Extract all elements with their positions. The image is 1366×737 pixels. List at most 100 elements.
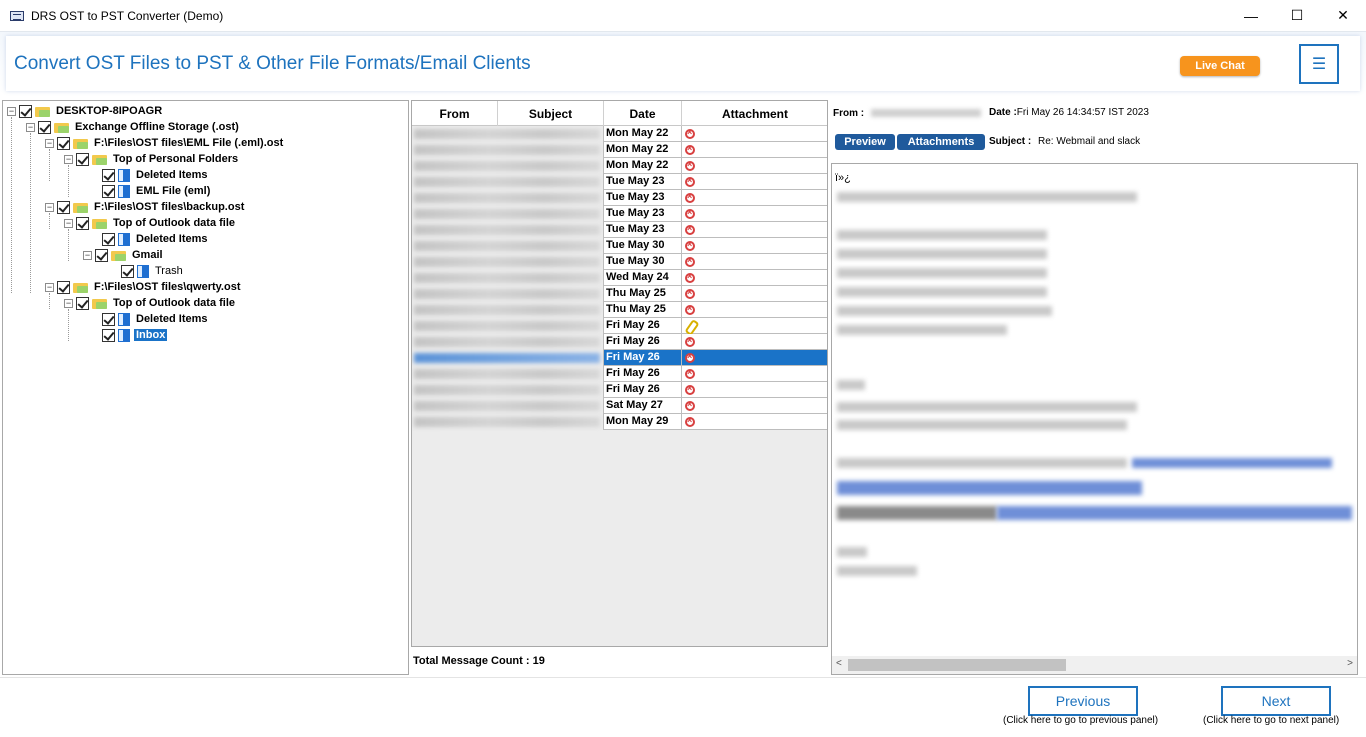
tree-item-top-outlook-data[interactable]: − Top of Outlook data file bbox=[64, 295, 237, 311]
tree-item-deleted-items[interactable]: Deleted Items bbox=[102, 231, 210, 247]
tree-checkbox[interactable] bbox=[57, 200, 70, 214]
date-cell: Mon May 29 bbox=[603, 414, 681, 430]
next-button[interactable]: Next bbox=[1221, 686, 1331, 716]
date-cell: Fri May 26 bbox=[603, 382, 681, 398]
date-cell: Tue May 23 bbox=[603, 190, 681, 206]
previous-button[interactable]: Previous bbox=[1028, 686, 1138, 716]
column-from[interactable]: From bbox=[412, 101, 498, 126]
table-row[interactable]: Fri May 26 bbox=[412, 382, 827, 398]
tree-checkbox[interactable] bbox=[76, 296, 89, 310]
tree-checkbox[interactable] bbox=[76, 152, 89, 166]
tree-checkbox[interactable] bbox=[102, 232, 115, 246]
menu-button[interactable]: ☰ bbox=[1299, 44, 1339, 84]
table-row[interactable]: Tue May 23 bbox=[412, 174, 827, 190]
tree-checkbox[interactable] bbox=[76, 216, 89, 230]
attachment-cell bbox=[681, 270, 827, 286]
no-attachment-icon bbox=[685, 159, 695, 171]
tree-item-top-personal-folders[interactable]: − Top of Personal Folders bbox=[64, 151, 240, 167]
table-row[interactable]: Thu May 25 bbox=[412, 302, 827, 318]
redacted-line bbox=[837, 566, 917, 576]
tree-item-desktop[interactable]: − DESKTOP-8IPOAGR bbox=[7, 103, 164, 119]
date-row: Date :Fri May 26 14:34:57 IST 2023 bbox=[989, 107, 1149, 118]
table-row[interactable]: Fri May 26 bbox=[412, 334, 827, 350]
minimize-button[interactable]: — bbox=[1228, 0, 1274, 31]
tree-item-top-outlook-data[interactable]: − Top of Outlook data file bbox=[64, 215, 237, 231]
date-cell: Thu May 25 bbox=[603, 286, 681, 302]
message-body[interactable]: ï»¿ < > bbox=[831, 163, 1358, 675]
date-cell: Tue May 23 bbox=[603, 174, 681, 190]
scroll-right-icon[interactable]: > bbox=[1347, 658, 1353, 669]
tree-checkbox[interactable] bbox=[38, 120, 51, 134]
maximize-button[interactable]: ☐ bbox=[1274, 0, 1320, 31]
table-row[interactable]: Mon May 22 bbox=[412, 142, 827, 158]
folder-icon bbox=[35, 105, 51, 117]
tree-checkbox[interactable] bbox=[57, 136, 70, 150]
collapse-icon[interactable]: − bbox=[64, 298, 73, 308]
table-row[interactable]: Mon May 22 bbox=[412, 158, 827, 174]
from-subject-redacted bbox=[414, 129, 600, 139]
collapse-icon[interactable]: − bbox=[83, 250, 92, 260]
scroll-left-icon[interactable]: < bbox=[836, 658, 842, 669]
table-row[interactable]: Fri May 26 bbox=[412, 318, 827, 334]
table-row[interactable]: Mon May 22 bbox=[412, 126, 827, 142]
tree-checkbox[interactable] bbox=[102, 328, 115, 342]
tree-item-qwerty-ost[interactable]: − F:\Files\OST files\qwerty.ost bbox=[45, 279, 243, 295]
table-row[interactable]: Tue May 30 bbox=[412, 254, 827, 270]
table-row[interactable]: Wed May 24 bbox=[412, 270, 827, 286]
column-attachment[interactable]: Attachment bbox=[682, 101, 827, 126]
horizontal-scrollbar[interactable]: < > bbox=[832, 656, 1357, 674]
collapse-icon[interactable]: − bbox=[45, 202, 54, 212]
column-date[interactable]: Date bbox=[604, 101, 682, 126]
preview-tab[interactable]: Preview bbox=[835, 134, 895, 150]
tree-item-exchange-storage[interactable]: − Exchange Offline Storage (.ost) bbox=[26, 119, 241, 135]
table-row[interactable]: Mon May 29 bbox=[412, 414, 827, 430]
tree-checkbox[interactable] bbox=[19, 104, 32, 118]
table-row[interactable]: Tue May 23 bbox=[412, 222, 827, 238]
tree-checkbox[interactable] bbox=[102, 312, 115, 326]
close-button[interactable]: ✕ bbox=[1320, 0, 1366, 31]
tree-checkbox[interactable] bbox=[57, 280, 70, 294]
collapse-icon[interactable]: − bbox=[7, 106, 16, 116]
live-chat-button[interactable]: Live Chat bbox=[1180, 56, 1260, 76]
folder-icon bbox=[73, 281, 89, 293]
tree-checkbox[interactable] bbox=[102, 168, 115, 182]
scroll-thumb[interactable] bbox=[848, 659, 1066, 671]
from-subject-redacted bbox=[414, 241, 600, 251]
collapse-icon[interactable]: − bbox=[45, 282, 54, 292]
next-hint: (Click here to go to next panel) bbox=[1203, 715, 1340, 726]
attachment-cell bbox=[681, 302, 827, 318]
table-row[interactable]: Tue May 30 bbox=[412, 238, 827, 254]
table-row[interactable]: Thu May 25 bbox=[412, 286, 827, 302]
tree-item-gmail[interactable]: − Gmail bbox=[83, 247, 165, 263]
tree-item-deleted-items[interactable]: Deleted Items bbox=[102, 311, 210, 327]
tree-item-backup-ost[interactable]: − F:\Files\OST files\backup.ost bbox=[45, 199, 246, 215]
tree-item-trash[interactable]: Trash bbox=[121, 263, 185, 279]
tree-checkbox[interactable] bbox=[95, 248, 108, 262]
table-row[interactable]: Tue May 23 bbox=[412, 190, 827, 206]
attachments-tab[interactable]: Attachments bbox=[897, 134, 985, 150]
table-row[interactable]: Fri May 26 bbox=[412, 350, 827, 366]
redacted-line bbox=[837, 287, 1047, 297]
tree-checkbox[interactable] bbox=[121, 264, 134, 278]
table-row[interactable]: Tue May 23 bbox=[412, 206, 827, 222]
attachment-cell bbox=[681, 158, 827, 174]
hamburger-icon: ☰ bbox=[1311, 56, 1327, 73]
collapse-icon[interactable]: − bbox=[64, 154, 73, 164]
tree-item-eml-ost[interactable]: − F:\Files\OST files\EML File (.eml).ost bbox=[45, 135, 285, 151]
mail-folder-icon bbox=[118, 232, 130, 246]
no-attachment-icon bbox=[685, 223, 695, 235]
tree-item-eml-file[interactable]: EML File (eml) bbox=[102, 183, 212, 199]
tree-checkbox[interactable] bbox=[102, 184, 115, 198]
from-label: From : bbox=[833, 108, 865, 119]
collapse-icon[interactable]: − bbox=[45, 138, 54, 148]
collapse-icon[interactable]: − bbox=[26, 122, 35, 132]
header: Convert OST Files to PST & Other File Fo… bbox=[0, 31, 1366, 94]
no-attachment-icon bbox=[685, 287, 695, 299]
tree-item-deleted-items[interactable]: Deleted Items bbox=[102, 167, 210, 183]
collapse-icon[interactable]: − bbox=[64, 218, 73, 228]
table-row[interactable]: Sat May 27 bbox=[412, 398, 827, 414]
column-subject[interactable]: Subject bbox=[498, 101, 604, 126]
date-cell: Fri May 26 bbox=[603, 334, 681, 350]
tree-item-inbox[interactable]: Inbox bbox=[102, 327, 168, 343]
table-row[interactable]: Fri May 26 bbox=[412, 366, 827, 382]
